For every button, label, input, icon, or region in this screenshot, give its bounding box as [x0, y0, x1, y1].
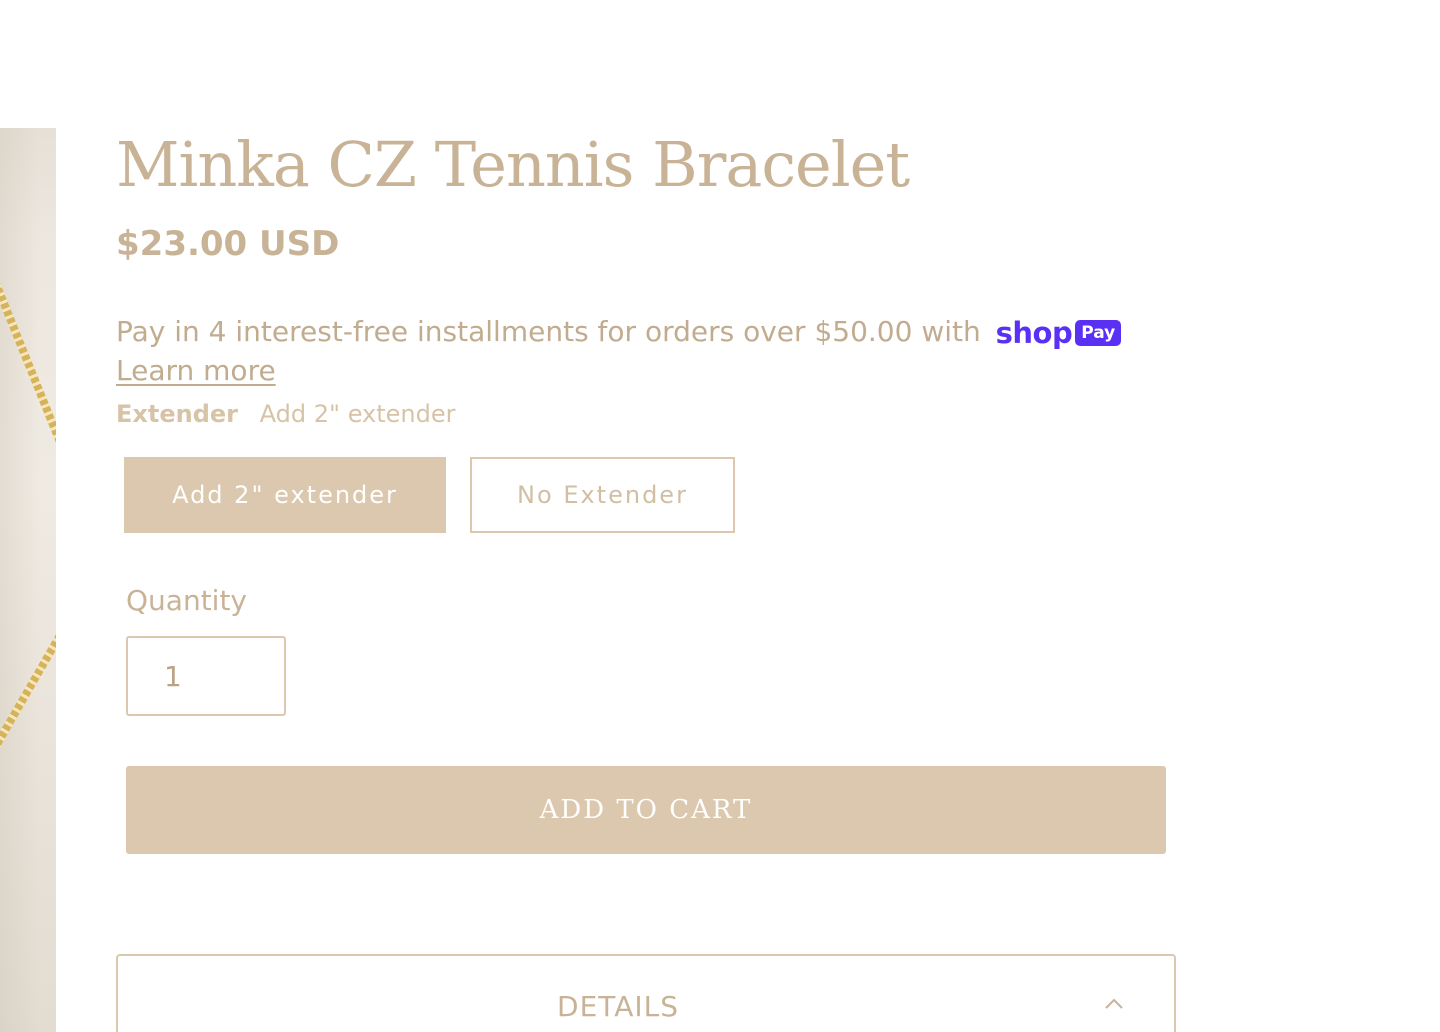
variant-add-extender-button[interactable]: Add 2" extender	[124, 457, 446, 533]
product-price: $23.00 USD	[116, 224, 340, 264]
quantity-label: Quantity	[126, 584, 247, 617]
learn-more-link[interactable]: Learn more	[116, 354, 276, 387]
add-to-cart-button[interactable]: ADD TO CART	[126, 766, 1166, 854]
shoppay-shop-wordmark: shop	[995, 316, 1073, 350]
quantity-input[interactable]	[126, 636, 286, 716]
option-selected-value: Add 2" extender	[259, 400, 456, 428]
details-label: DETAILS	[557, 990, 679, 1023]
chevron-up-icon	[1105, 998, 1123, 1009]
installments-text: Pay in 4 interest-free installments for …	[116, 315, 981, 348]
product-title: Minka CZ Tennis Bracelet	[116, 128, 910, 201]
product-image[interactable]	[0, 128, 56, 1032]
option-row: Extender Add 2" extender	[116, 400, 456, 428]
option-name: Extender	[116, 400, 239, 428]
image-shade	[0, 128, 56, 1032]
details-accordion[interactable]: DETAILS	[116, 954, 1176, 1032]
shoppay-logo: shop Pay	[996, 311, 1122, 355]
variant-no-extender-button[interactable]: No Extender	[470, 457, 735, 533]
installments-banner: Pay in 4 interest-free installments for …	[116, 310, 1196, 355]
shoppay-pay-badge: Pay	[1075, 320, 1122, 346]
